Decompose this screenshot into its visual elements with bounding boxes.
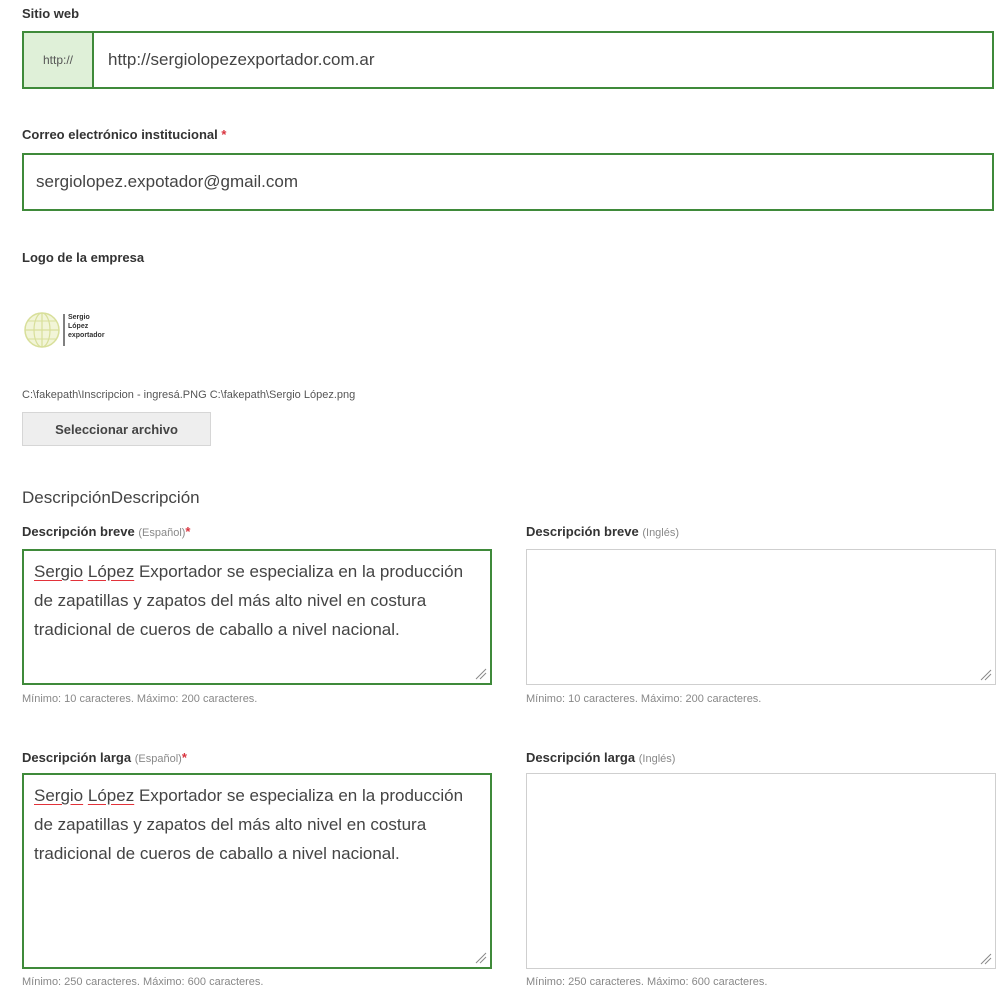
- long-desc-en-lang: (Inglés): [638, 753, 676, 765]
- email-input-value[interactable]: sergiolopez.expotador@gmail.com: [36, 155, 298, 209]
- long-desc-es-lang: (Español): [134, 753, 182, 765]
- long-desc-es-label-text: Descripción larga: [22, 750, 132, 765]
- long-desc-en-label: Descripción larga (Inglés): [526, 750, 675, 765]
- short-desc-es-lang: (Español): [138, 527, 186, 539]
- required-mark: *: [185, 524, 191, 539]
- required-mark: *: [221, 127, 227, 142]
- long-desc-es-help: Mínimo: 250 caracteres. Máximo: 600 cara…: [22, 976, 264, 988]
- short-desc-en-textarea[interactable]: [526, 549, 996, 685]
- short-desc-es-label-text: Descripción breve: [22, 524, 135, 539]
- url-prefix-addon: http://: [24, 33, 94, 87]
- website-label: Sitio web: [22, 6, 80, 21]
- selected-file-paths: C:\fakepath\Inscripcion - ingresá.PNG C:…: [22, 389, 356, 401]
- email-label-text: Correo electrónico institucional: [22, 127, 218, 142]
- logo-label: Logo de la empresa: [22, 250, 145, 265]
- resize-handle-icon[interactable]: [475, 668, 487, 680]
- short-desc-es-textarea[interactable]: Sergio López Exportador se especializa e…: [22, 549, 492, 685]
- spellcheck-word: Sergio: [34, 786, 84, 805]
- logo-line-2: López: [68, 323, 89, 330]
- website-input-value[interactable]: http://sergiolopezexportador.com.ar: [108, 33, 374, 87]
- email-field[interactable]: sergiolopez.expotador@gmail.com: [22, 153, 994, 211]
- website-field[interactable]: http:// http://sergiolopezexportador.com…: [22, 31, 994, 89]
- short-desc-en-lang: (Inglés): [642, 527, 680, 539]
- long-desc-en-help: Mínimo: 250 caracteres. Máximo: 600 cara…: [526, 976, 768, 988]
- long-desc-es-label: Descripción larga (Español)*: [22, 750, 187, 765]
- spellcheck-word: Sergio: [34, 562, 84, 581]
- short-desc-en-label-text: Descripción breve: [526, 524, 639, 539]
- required-mark: *: [181, 750, 187, 765]
- short-desc-es-help: Mínimo: 10 caracteres. Máximo: 200 carac…: [22, 693, 258, 705]
- logo-line-1: Sergio: [68, 314, 90, 321]
- short-desc-en-help: Mínimo: 10 caracteres. Máximo: 200 carac…: [526, 693, 762, 705]
- description-section-title: DescripciónDescripción: [22, 488, 200, 507]
- logo-line-3: exportador: [68, 332, 105, 339]
- long-desc-en-label-text: Descripción larga: [526, 750, 636, 765]
- spellcheck-word: López: [87, 786, 135, 805]
- spellcheck-word: López: [87, 562, 135, 581]
- long-desc-es-textarea[interactable]: Sergio López Exportador se especializa e…: [22, 773, 492, 969]
- resize-handle-icon[interactable]: [980, 953, 992, 965]
- select-file-button[interactable]: Seleccionar archivo: [22, 412, 211, 446]
- company-logo-preview: Sergio López exportador: [22, 308, 142, 352]
- email-label: Correo electrónico institucional *: [22, 127, 226, 142]
- short-desc-es-label: Descripción breve (Español)*: [22, 524, 190, 539]
- resize-handle-icon[interactable]: [980, 669, 992, 681]
- short-desc-en-label: Descripción breve (Inglés): [526, 524, 679, 539]
- resize-handle-icon[interactable]: [475, 952, 487, 964]
- long-desc-en-textarea[interactable]: [526, 773, 996, 969]
- logo-brand-text: Sergio López exportador: [68, 313, 105, 340]
